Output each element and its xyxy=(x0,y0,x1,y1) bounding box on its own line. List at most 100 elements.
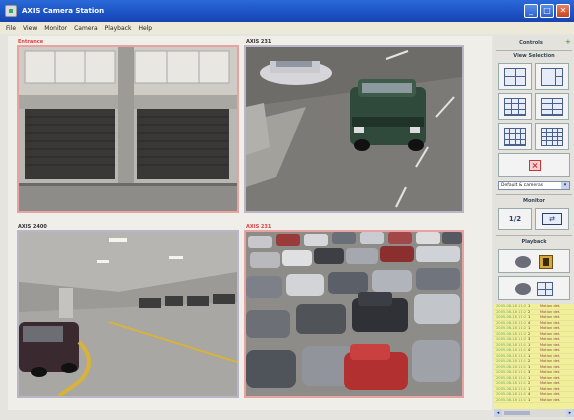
camera-view-axis-231[interactable] xyxy=(244,45,464,213)
log-event: Motion det. xyxy=(540,392,561,396)
log-event: Motion det. xyxy=(540,364,561,369)
log-camera: 2 xyxy=(528,309,531,314)
log-camera: 1 xyxy=(528,353,531,358)
grid-4x3-icon xyxy=(504,127,526,146)
grid-2x2-icon xyxy=(537,282,553,296)
log-camera: 1 xyxy=(528,397,531,402)
grid-1-plus-3-icon xyxy=(541,67,563,86)
menu-help[interactable]: Help xyxy=(138,25,152,32)
log-time: 2005-08-18 11:19:52 xyxy=(496,342,526,347)
layout-1-plus-3-button[interactable] xyxy=(535,63,569,90)
log-time: 2005-08-18 11:16:55 xyxy=(496,386,526,391)
camera-view-entrance[interactable] xyxy=(17,45,239,213)
log-event: Motion det. xyxy=(540,320,561,325)
log-event: Motion det. xyxy=(540,370,561,374)
view-select-dropdown[interactable]: Default & cameras ▾ xyxy=(498,181,570,190)
grid-2-plus-4-icon xyxy=(541,97,563,116)
log-time: 2005-08-18 11:21:39 xyxy=(496,309,526,314)
log-camera: 1 xyxy=(528,326,531,330)
title-bar: AXIS Camera Station _ □ ✕ xyxy=(0,0,574,22)
log-event: Motion det. xyxy=(540,309,561,314)
log-camera: 1 xyxy=(528,386,531,391)
log-camera: 1 xyxy=(528,315,531,319)
camera-icon xyxy=(515,256,531,268)
log-event: Motion det. xyxy=(540,348,561,352)
menu-monitor[interactable]: Monitor xyxy=(44,25,67,32)
log-camera: 3 xyxy=(528,370,531,374)
log-event: Motion det. xyxy=(540,326,561,330)
menu-playback[interactable]: Playback xyxy=(105,25,132,32)
log-camera: 1 xyxy=(528,304,531,308)
log-camera: 4 xyxy=(528,392,531,396)
chevron-down-icon: ▾ xyxy=(561,182,569,189)
log-time: 2005-08-18 11:18:21 xyxy=(496,364,526,369)
minimize-button[interactable]: _ xyxy=(524,4,538,18)
full-screen-button[interactable] xyxy=(498,153,570,177)
log-time: 2005-08-18 11:19:31 xyxy=(496,348,526,352)
log-event: Motion det. xyxy=(540,315,561,319)
log-time: 2005-08-18 11:16:04 xyxy=(496,397,526,402)
maximize-button[interactable]: □ xyxy=(540,4,554,18)
log-event: Motion det. xyxy=(540,359,561,363)
scroll-left-icon[interactable]: ◂ xyxy=(494,409,502,417)
log-event: Motion det. xyxy=(540,304,561,308)
grid-2x2-icon xyxy=(504,67,526,86)
camera-image-lot xyxy=(246,232,462,396)
log-time: 2005-08-18 11:21:44 xyxy=(496,304,526,308)
log-time: 2005-08-18 11:17:19 xyxy=(496,381,526,385)
menu-camera[interactable]: Camera xyxy=(74,25,98,32)
layout-3x3-button[interactable] xyxy=(498,93,532,120)
camera-image-road xyxy=(246,47,462,211)
log-time: 2005-08-18 11:21:12 xyxy=(496,315,526,319)
monitor-1-2-button[interactable]: 1/2 xyxy=(498,208,532,230)
menu-view[interactable]: View xyxy=(23,25,37,32)
camera-view-area: Entrance AXIS 231 AXIS 2400 AXIS 231 xyxy=(8,36,492,410)
log-camera: 1 xyxy=(528,342,531,347)
log-row[interactable]: 2005-08-18 11:16:041 Motion det. xyxy=(494,397,574,403)
grid-3x3-icon xyxy=(504,97,526,116)
menu-file[interactable]: File xyxy=(6,25,16,32)
control-panel: Controls + View Selection Default & came… xyxy=(494,36,574,420)
scrollbar-thumb[interactable] xyxy=(504,411,530,415)
layout-2-plus-4-button[interactable] xyxy=(535,93,569,120)
log-camera: 2 xyxy=(528,381,531,385)
layout-4x4-button[interactable] xyxy=(535,123,569,150)
controls-title: Controls xyxy=(519,40,543,46)
app-icon xyxy=(5,5,17,17)
log-event: Motion det. xyxy=(540,342,561,347)
fullscreen-icon xyxy=(529,160,541,171)
window-title: AXIS Camera Station xyxy=(22,7,105,15)
event-log[interactable]: 2005-08-18 11:21:441Motion det.2005-08-1… xyxy=(494,304,574,409)
log-time: 2005-08-18 11:19:10 xyxy=(496,353,526,358)
log-event: Motion det. xyxy=(540,397,561,402)
monitor-1-2-label: 1/2 xyxy=(508,215,522,223)
log-event: Motion det. xyxy=(540,386,561,391)
log-event: Motion det. xyxy=(540,353,561,358)
playback-title: Playback xyxy=(521,239,547,245)
divider xyxy=(496,50,572,51)
log-time: 2005-08-18 11:20:30 xyxy=(496,331,526,336)
layout-2x2-button[interactable] xyxy=(498,63,532,90)
log-time: 2005-08-18 11:18:02 xyxy=(496,370,526,374)
playback-grid-button[interactable] xyxy=(498,276,570,300)
horizontal-scrollbar[interactable]: ◂ ▸ xyxy=(494,409,574,417)
close-button[interactable]: ✕ xyxy=(556,4,570,18)
log-time: 2005-08-18 11:17:40 xyxy=(496,375,526,380)
camera-image-deck xyxy=(19,232,237,396)
playback-camera-button[interactable] xyxy=(498,249,570,273)
plus-icon[interactable]: + xyxy=(565,39,571,46)
divider xyxy=(496,235,572,236)
log-event: Motion det. xyxy=(540,375,561,380)
playback-icon xyxy=(539,255,553,269)
camera-view-axis-2400[interactable] xyxy=(17,230,239,398)
view-selection-title: View Selection xyxy=(513,53,555,59)
monitor-switch-button[interactable]: ⇄ xyxy=(535,208,569,230)
grid-4x4-icon xyxy=(541,127,563,146)
menu-bar: File View Monitor Camera Playback Help xyxy=(0,22,574,34)
scroll-right-icon[interactable]: ▸ xyxy=(566,409,574,417)
log-event: Motion det. xyxy=(540,331,561,336)
camera-view-parking-lot[interactable] xyxy=(244,230,464,398)
log-camera: 2 xyxy=(528,359,531,363)
camera-icon xyxy=(515,283,531,295)
layout-4x3-button[interactable] xyxy=(498,123,532,150)
